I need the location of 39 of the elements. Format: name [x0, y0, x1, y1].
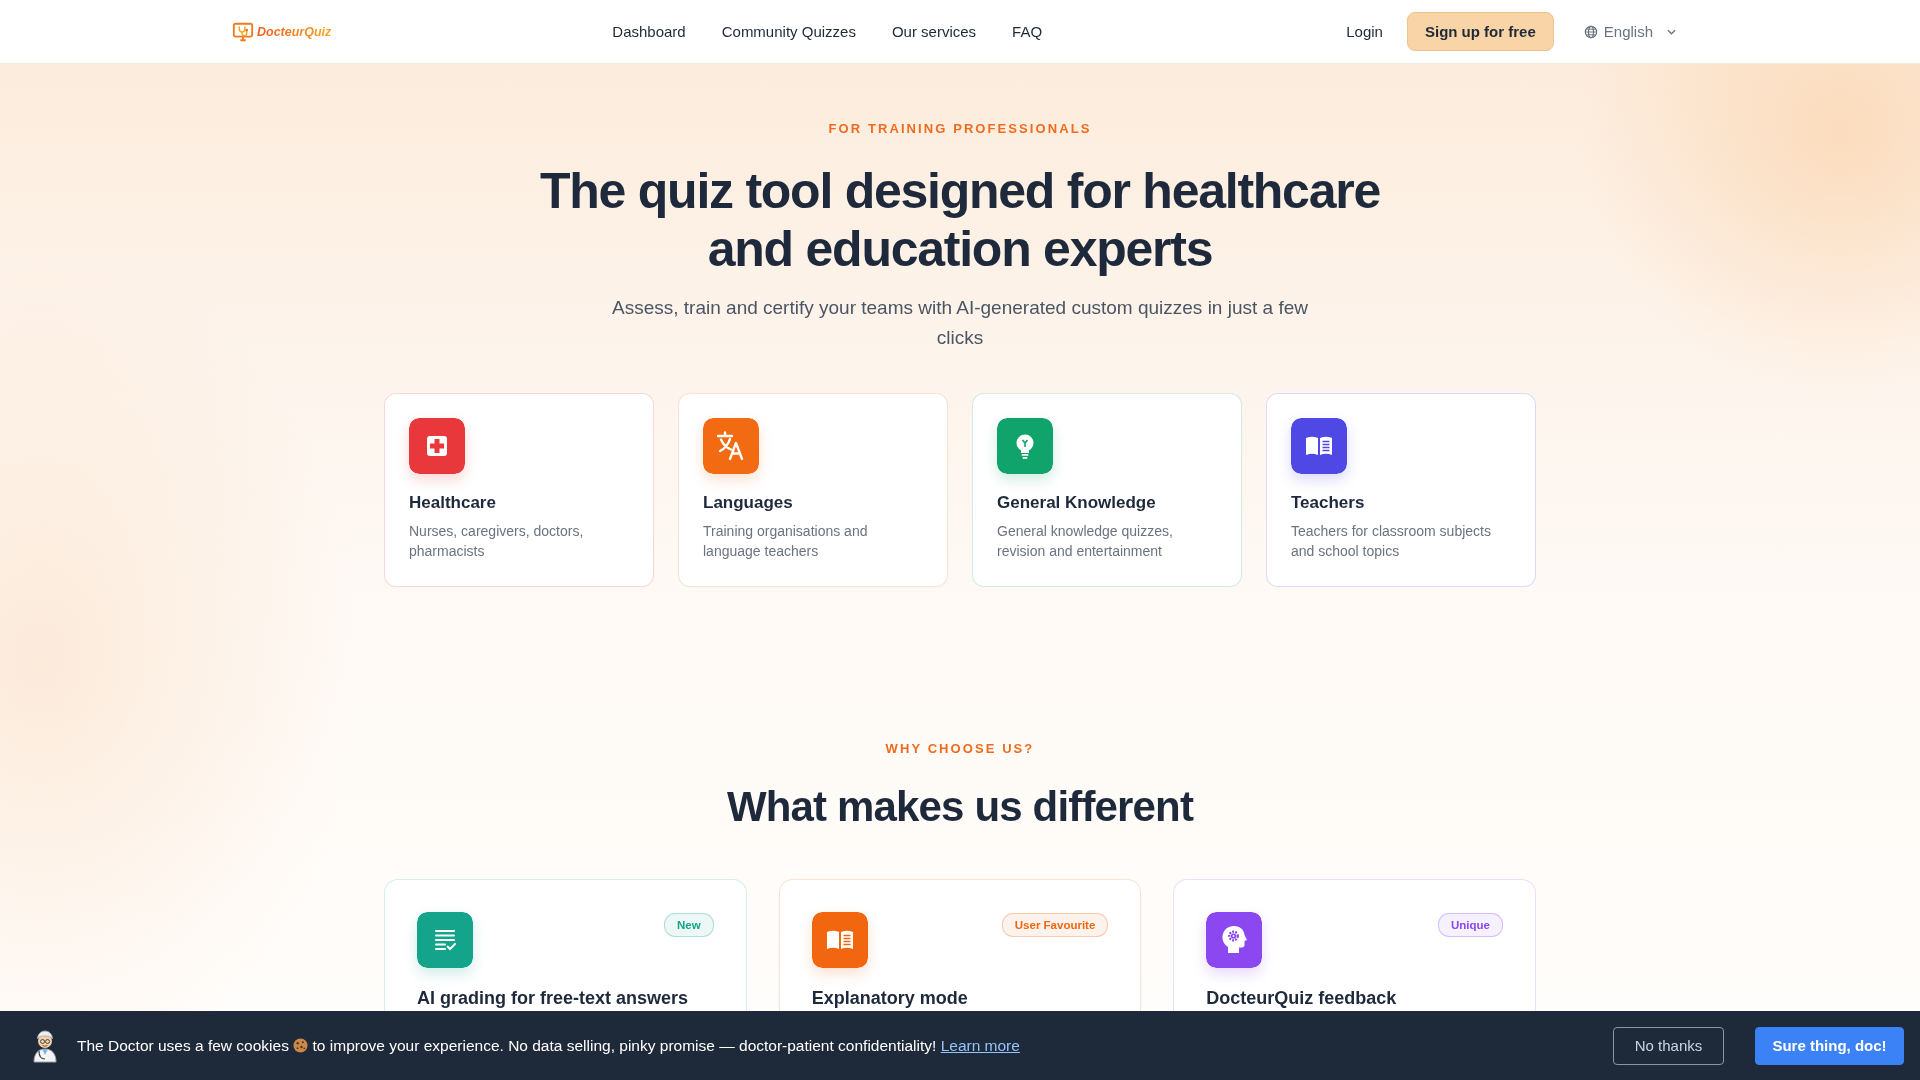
nav-link[interactable]: FAQ [1012, 23, 1043, 40]
audience-title: Languages [703, 492, 794, 514]
cookie-message: The Doctor uses a few cookies to improve your experience. No data selling, pinky promise — doctor-patient confidentiality! Learn more [77, 1036, 1020, 1055]
audience-card[interactable]: General Knowledge General knowledge quizzes, revision and entertainment [972, 393, 1242, 587]
audience-description: Nurses, caregivers, doctors, pharmacists [409, 522, 585, 561]
audience-description: Teachers for classroom subjects and school topics [1291, 522, 1492, 561]
audience-title: Healthcare [409, 492, 497, 514]
nav-link[interactable]: Our services [891, 23, 977, 40]
feature-title: Explanatory mode [811, 987, 969, 1010]
cookie-icon [293, 1037, 309, 1053]
hero-subtitle: Assess, train and certify your teams with AI-generated custom quizzes in just a few clicks [611, 296, 1309, 350]
feature-badge: User Favourite [1001, 913, 1109, 937]
audience-card[interactable]: Languages Training organisations and language teachers [678, 393, 948, 587]
language-selector[interactable]: English [1583, 19, 1676, 44]
learn-more-link[interactable]: Learn more [940, 1036, 1020, 1054]
section-heading: What makes us different [726, 782, 1194, 832]
nav-link[interactable]: Dashboard [612, 23, 686, 40]
globe-icon [1583, 24, 1598, 39]
audience-description: Training organisations and language teachers [703, 522, 869, 561]
nav-link[interactable]: Community Quizzes [721, 23, 856, 40]
logo-text: DocteurQuiz [257, 24, 332, 39]
hero-heading: The quiz tool designed for healthcare and education experts [539, 162, 1381, 278]
section-eyebrow: WHY CHOOSE US? [885, 741, 1035, 757]
monitor-stethoscope-icon [232, 20, 254, 43]
decline-button[interactable]: No thanks [1613, 1026, 1724, 1065]
audience-title: Teachers [1291, 492, 1366, 514]
accept-button[interactable]: Sure thing, doc! [1755, 1026, 1904, 1065]
feature-badge: Unique [1438, 913, 1503, 937]
chevron-down-icon [1667, 28, 1676, 35]
feature-badge: New [664, 913, 714, 937]
audience-description: General knowledge quizzes, revision and entertainment [997, 522, 1174, 561]
audience-card[interactable]: Healthcare Nurses, caregivers, doctors, pharmacists [384, 393, 654, 587]
feature-title: DocteurQuiz feedback [1206, 987, 1398, 1010]
feature-title: AI grading for free-text answers [417, 987, 690, 1010]
audience-title: General Knowledge [997, 492, 1157, 514]
section-eyebrow: FOR TRAINING PROFESSIONALS [828, 121, 1092, 137]
signup-button[interactable]: Sign up for free [1406, 12, 1554, 51]
login-link[interactable]: Login [1346, 23, 1383, 40]
audience-card[interactable]: Teachers Teachers for classroom subjects and school topics [1266, 393, 1536, 587]
